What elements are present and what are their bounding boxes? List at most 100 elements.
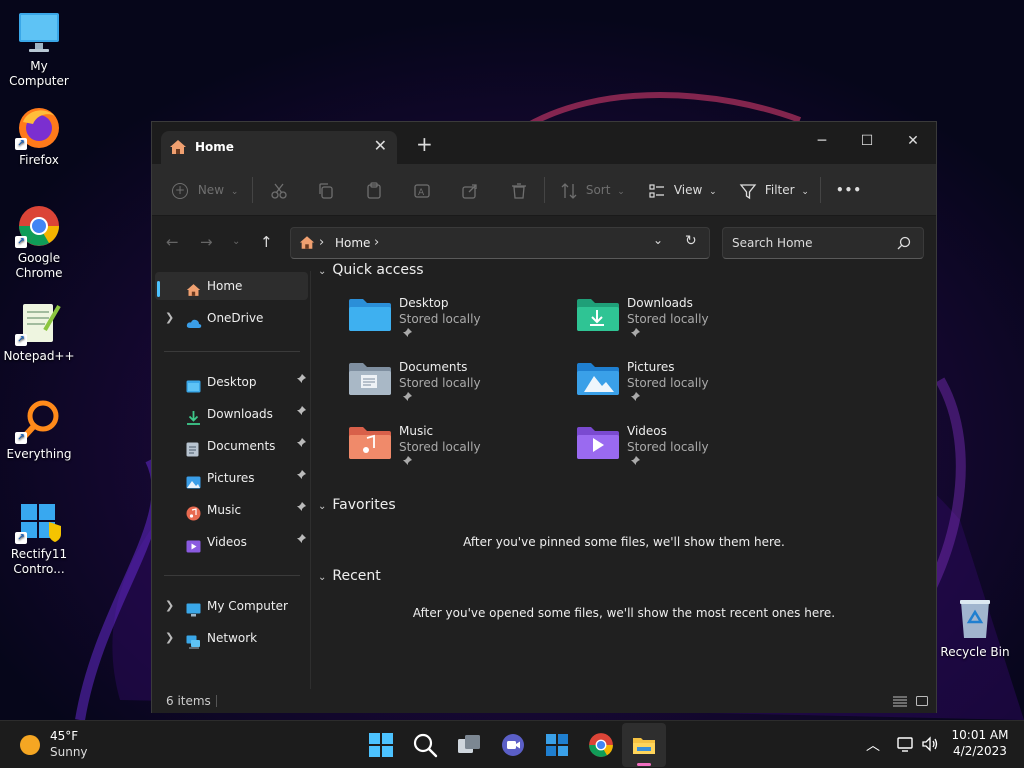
- delete-button[interactable]: [510, 179, 528, 201]
- copy-button[interactable]: [317, 179, 335, 201]
- desktop-icon-chrome[interactable]: ↗ Google Chrome: [1, 202, 77, 281]
- chevron-down-icon[interactable]: ⌄: [653, 233, 663, 247]
- more-options-button[interactable]: •••: [836, 179, 862, 201]
- section-title: Favorites: [332, 497, 396, 513]
- quick-access-videos[interactable]: Videos Stored locally: [540, 420, 760, 476]
- desktop-icon-my-computer[interactable]: My Computer: [1, 10, 77, 89]
- sidebar-item-documents[interactable]: Documents: [155, 432, 308, 460]
- sidebar-item-home[interactable]: Home: [155, 272, 308, 300]
- pin-icon: [296, 432, 306, 460]
- desktop-icon-everything[interactable]: ↗ Everything: [1, 398, 77, 462]
- close-tab-icon[interactable]: ✕: [374, 136, 387, 155]
- taskbar: 45°F Sunny ︿ 10:01 AM 4/2/2023: [0, 720, 1024, 768]
- recycle-bin-icon: [951, 596, 999, 642]
- new-plus-icon: +: [172, 182, 188, 199]
- volume-icon[interactable]: [921, 736, 939, 755]
- back-button[interactable]: ←: [166, 233, 179, 251]
- quick-access-music[interactable]: Music Stored locally: [312, 420, 532, 476]
- folder-name: Downloads: [627, 296, 693, 310]
- chrome-taskbar-button[interactable]: [588, 732, 614, 758]
- task-view-button[interactable]: [456, 732, 482, 758]
- documents-folder-icon: [348, 362, 392, 399]
- folder-location: Stored locally: [399, 376, 481, 390]
- expand-chevron-icon[interactable]: ❯: [165, 304, 174, 332]
- pin-icon: [630, 328, 640, 341]
- recent-locations-button[interactable]: ⌄: [232, 236, 240, 247]
- breadcrumb-separator: ›: [319, 235, 325, 250]
- sidebar-item-label: Desktop: [207, 375, 257, 389]
- collapse-chevron-icon: ⌄: [318, 266, 327, 277]
- search-icon[interactable]: [897, 236, 911, 253]
- sidebar-item-pictures[interactable]: Pictures: [155, 464, 308, 492]
- chevron-up-icon[interactable]: ︿: [866, 735, 880, 755]
- pin-icon: [402, 456, 412, 469]
- music-icon: [186, 503, 201, 531]
- sidebar-item-onedrive[interactable]: ❯ OneDrive: [155, 304, 308, 332]
- filter-button[interactable]: Filter ⌄: [739, 179, 809, 201]
- paste-button[interactable]: [365, 179, 383, 201]
- section-title: Recent: [332, 568, 381, 584]
- breadcrumb-home[interactable]: Home: [335, 236, 370, 250]
- desktop-icon-notepadpp[interactable]: ↗ Notepad++: [1, 300, 77, 364]
- shortcut-arrow-icon: ↗: [15, 334, 27, 346]
- start-button[interactable]: [368, 732, 394, 758]
- sidebar-item-network[interactable]: ❯ Network: [155, 624, 308, 652]
- sidebar-item-videos[interactable]: Videos: [155, 528, 308, 556]
- cut-button[interactable]: [270, 179, 288, 201]
- shortcut-arrow-icon: ↗: [15, 236, 27, 248]
- chat-button[interactable]: [500, 732, 526, 758]
- weather-temp: 45°F: [50, 729, 79, 743]
- pin-icon: [296, 496, 306, 524]
- sidebar-item-my-computer[interactable]: ❯ My Computer: [155, 592, 308, 620]
- expand-chevron-icon[interactable]: ❯: [165, 592, 174, 620]
- task-view-icon: [458, 735, 480, 753]
- forward-button[interactable]: →: [200, 233, 213, 251]
- expand-chevron-icon[interactable]: ❯: [165, 624, 174, 652]
- search-button[interactable]: [412, 732, 438, 758]
- share-icon: [462, 183, 477, 199]
- view-button[interactable]: View ⌄: [648, 179, 717, 201]
- quick-access-downloads[interactable]: Downloads Stored locally: [540, 292, 760, 348]
- rename-icon: A: [414, 183, 430, 198]
- widgets-icon: [546, 734, 568, 756]
- sun-icon: [20, 735, 40, 755]
- tiles-view-icon[interactable]: [915, 694, 929, 711]
- new-button[interactable]: + New ⌄: [172, 179, 238, 201]
- sidebar-item-downloads[interactable]: Downloads: [155, 400, 308, 428]
- view-icon: [649, 183, 664, 198]
- details-view-icon[interactable]: [892, 694, 908, 711]
- search-icon: [413, 733, 438, 758]
- quick-access-pictures[interactable]: Pictures Stored locally: [540, 356, 760, 412]
- home-icon: [186, 279, 201, 307]
- desktop-icon-rectify11[interactable]: ↗ Rectify11 Contro...: [1, 498, 77, 577]
- search-input[interactable]: [722, 227, 924, 259]
- refresh-icon[interactable]: ↻: [685, 233, 697, 249]
- tab-home[interactable]: Home ✕: [161, 131, 397, 164]
- rename-button[interactable]: A: [413, 179, 431, 201]
- desktop-icon-recycle-bin[interactable]: Recycle Bin: [937, 596, 1013, 660]
- up-button[interactable]: ↑: [260, 233, 273, 251]
- address-bar[interactable]: › Home › ⌄ ↻: [290, 227, 710, 259]
- desktop-icon-firefox[interactable]: ↗ Firefox: [1, 104, 77, 168]
- quick-access-documents[interactable]: Documents Stored locally: [312, 356, 532, 412]
- sidebar-item-desktop[interactable]: Desktop: [155, 368, 308, 396]
- quick-access-desktop[interactable]: Desktop Stored locally: [312, 292, 532, 348]
- pictures-icon: [186, 471, 201, 499]
- maximize-button[interactable]: ☐: [844, 126, 890, 156]
- videos-icon: [186, 535, 201, 563]
- folder-name: Documents: [399, 360, 468, 374]
- clock[interactable]: 10:01 AM 4/2/2023: [944, 727, 1016, 759]
- section-quick-access[interactable]: ⌄ Quick access: [318, 262, 424, 278]
- weather-widget[interactable]: 45°F Sunny: [10, 727, 100, 763]
- close-window-button[interactable]: ✕: [890, 126, 936, 156]
- sidebar-item-music[interactable]: Music: [155, 496, 308, 524]
- widgets-button[interactable]: [544, 732, 570, 758]
- section-recent[interactable]: ⌄ Recent: [318, 568, 381, 584]
- section-favorites[interactable]: ⌄ Favorites: [318, 497, 396, 513]
- network-icon[interactable]: [897, 736, 915, 755]
- minimize-button[interactable]: ─: [799, 126, 845, 156]
- sort-button[interactable]: Sort ⌄: [560, 179, 625, 201]
- share-button[interactable]: [461, 179, 479, 201]
- new-tab-button[interactable]: +: [416, 132, 433, 156]
- folder-name: Desktop: [399, 296, 449, 310]
